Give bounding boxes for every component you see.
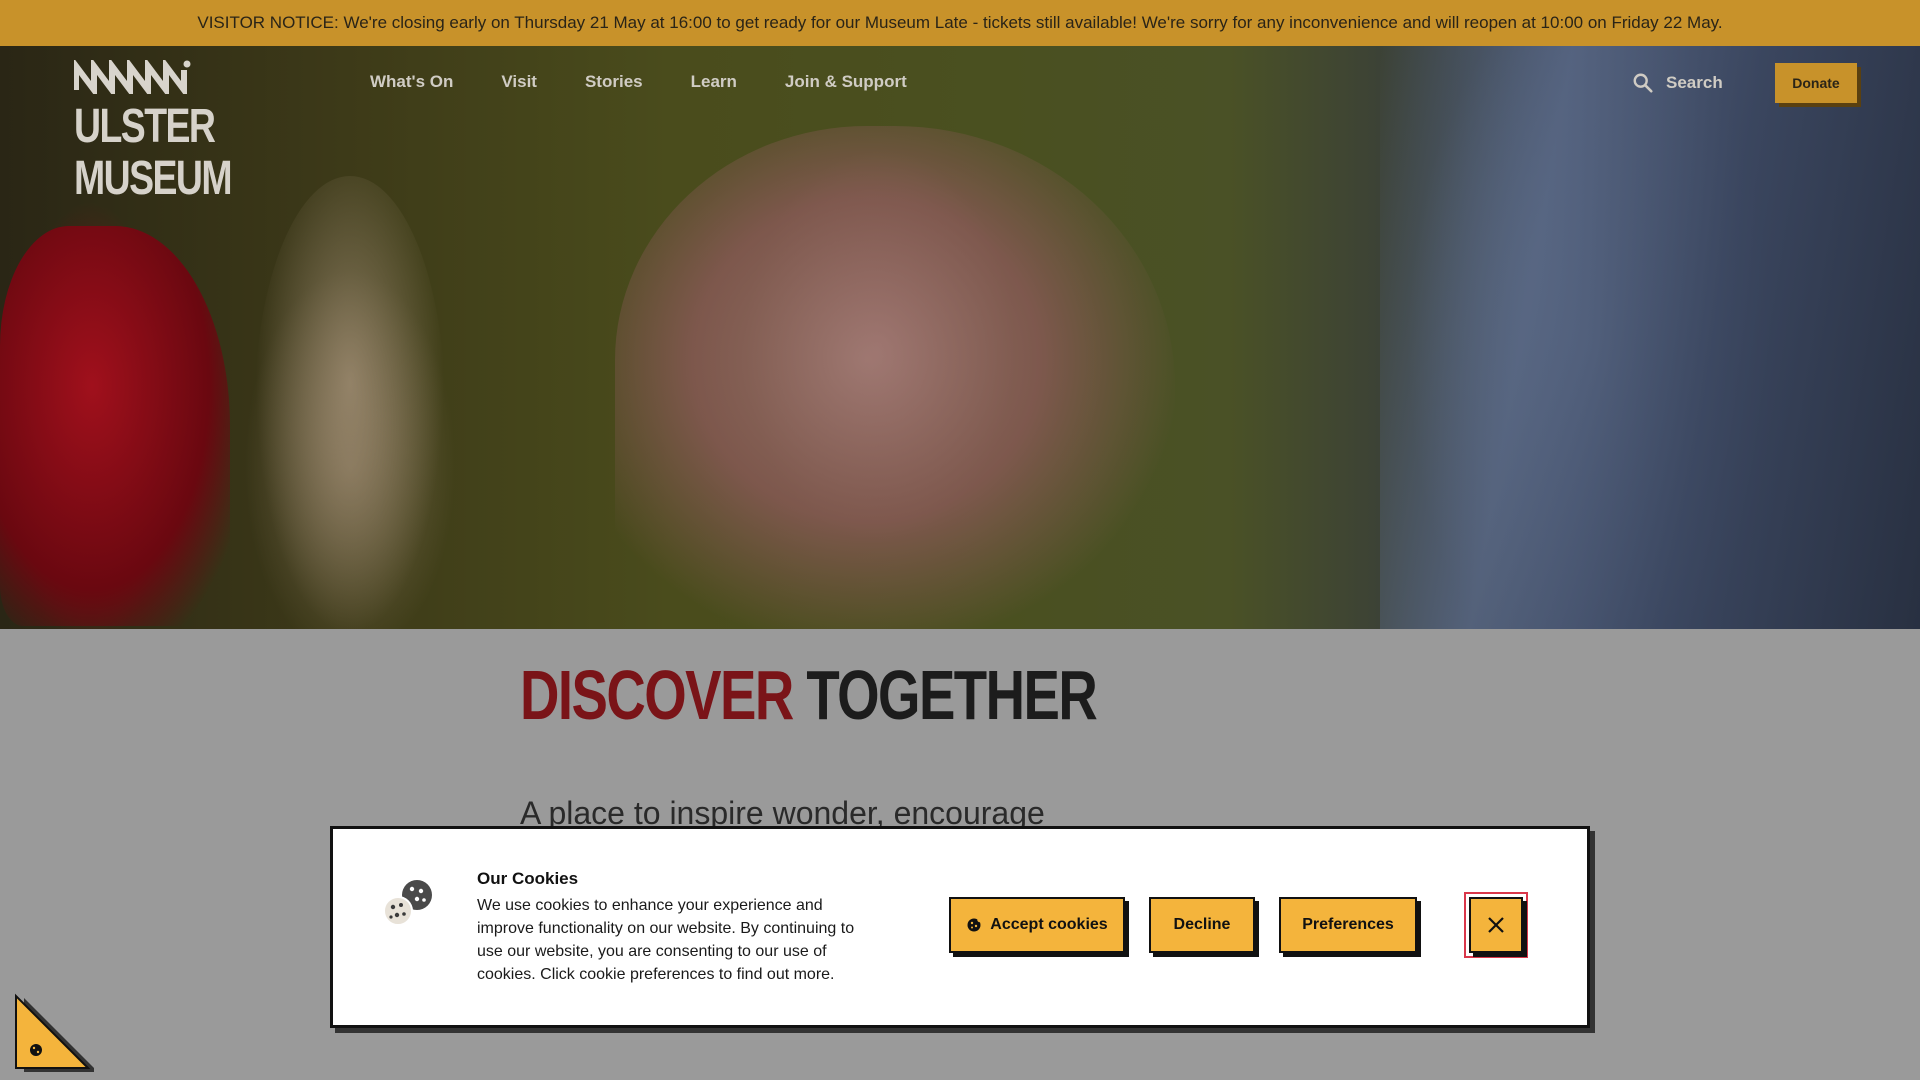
visitor-notice-text: VISITOR NOTICE: We're closing early on T… <box>197 13 1723 32</box>
nav-learn[interactable]: Learn <box>691 72 737 92</box>
nav-whats-on[interactable]: What's On <box>370 72 453 92</box>
close-cookie-banner-button[interactable] <box>1469 897 1523 953</box>
cookie-settings-icon[interactable] <box>14 992 94 1072</box>
nav-visit[interactable]: Visit <box>501 72 537 92</box>
cookie-preferences-button[interactable]: Preferences <box>1279 897 1417 953</box>
accept-cookies-button[interactable]: Accept cookies <box>949 897 1125 953</box>
cookie-title: Our Cookies <box>477 869 579 888</box>
headline-discover: DISCOVER <box>520 656 794 734</box>
main-nav: What's On Visit Stories Learn Join & Sup… <box>370 72 907 92</box>
hero-image <box>0 46 1920 629</box>
search-icon <box>1633 73 1653 93</box>
hero-mannequin <box>255 176 445 629</box>
cookie-body-text: We use cookies to enhance your experienc… <box>477 897 855 983</box>
close-icon <box>1488 917 1504 933</box>
hero-blue-jacket <box>1380 46 1920 629</box>
cookie-icon <box>383 880 432 926</box>
decline-cookies-button[interactable]: Decline <box>1149 897 1255 953</box>
hero-red-garment <box>0 226 230 626</box>
logo-word-ulster: ULSTER <box>74 100 216 153</box>
page-headline: DISCOVER TOGETHER <box>520 655 1098 735</box>
search-label: Search <box>1666 73 1723 92</box>
headline-together: TOGETHER <box>806 656 1097 734</box>
nav-join-support[interactable]: Join & Support <box>785 72 907 92</box>
cookie-small-icon <box>967 917 982 932</box>
visitor-notice-bar: VISITOR NOTICE: We're closing early on T… <box>0 0 1920 46</box>
site-logo[interactable]: ULSTER MUSEUM <box>73 57 233 205</box>
nav-stories[interactable]: Stories <box>585 72 643 92</box>
hero-ruffled-dress <box>615 126 1175 629</box>
logo-mark-icon <box>73 57 214 101</box>
cookie-banner: Our Cookies We use cookies to enhance yo… <box>330 826 1590 1028</box>
logo-word-museum: MUSEUM <box>74 152 233 205</box>
search-button[interactable]: Search <box>1632 72 1723 94</box>
accept-cookies-label: Accept cookies <box>990 916 1108 933</box>
donate-button[interactable]: Donate <box>1775 63 1857 103</box>
